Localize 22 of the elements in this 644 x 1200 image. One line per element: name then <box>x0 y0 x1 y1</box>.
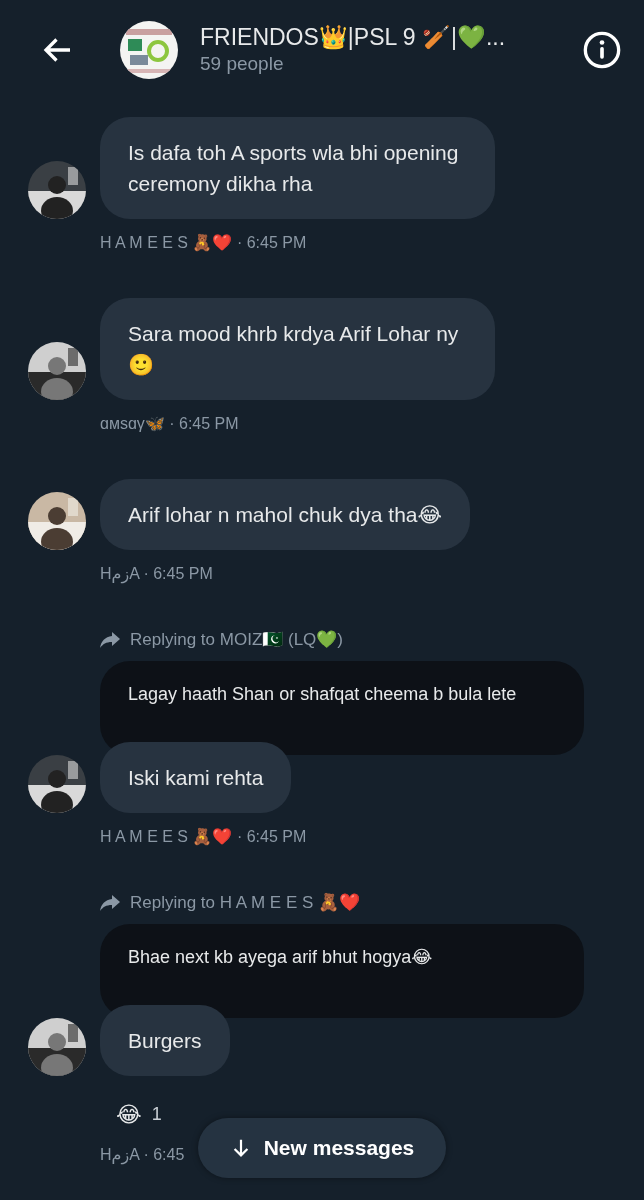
message-bubble: Arif lohar n mahol chuk dya tha😂 <box>100 479 471 550</box>
message-bubble: Is dafa toh A sports wla bhi opening ceremony dikha rha <box>100 117 495 219</box>
reply-icon <box>100 894 120 912</box>
reply-label: Replying to MOIZ🇵🇰 (LQ💚) <box>130 629 343 651</box>
message-meta: H A M E E S 🧸❤ · 6:45 PM <box>100 233 307 253</box>
reaction-count: 1 <box>151 1103 162 1126</box>
message-meta: HزمA · 6:45 PM <box>100 564 213 584</box>
message-bubble: Burgers <box>100 1005 230 1076</box>
message-bubble: Iski kami rehta <box>100 742 292 813</box>
quoted-message: Lagay haath Shan or shafqat cheema b bula lete <box>100 661 584 755</box>
new-messages-button[interactable]: New messages <box>198 1118 446 1178</box>
group-title: FRIENDOS👑|PSL 9 🏏|💚... <box>200 23 506 51</box>
info-icon[interactable] <box>582 30 622 70</box>
quoted-message: Bhae next kb ayega arif bhut hogya😂 <box>100 924 584 1018</box>
message-meta: ɑᴍѕɑγ🦋 · 6:45 PM <box>100 414 239 434</box>
message-bubble: Sara mood khrb krdya Arif Lohar ny🙂 <box>100 298 495 400</box>
reply-label: Replying to H A M E E S 🧸❤ <box>130 892 361 914</box>
reaction-emoji[interactable]: 😂 <box>116 1098 142 1131</box>
member-count: 59 people <box>200 52 285 76</box>
message-meta: H A M E E S 🧸❤ · 6:45 PM <box>100 827 307 847</box>
message-meta: HزمA · 6:45 <box>100 1145 185 1165</box>
reply-icon <box>100 631 120 649</box>
